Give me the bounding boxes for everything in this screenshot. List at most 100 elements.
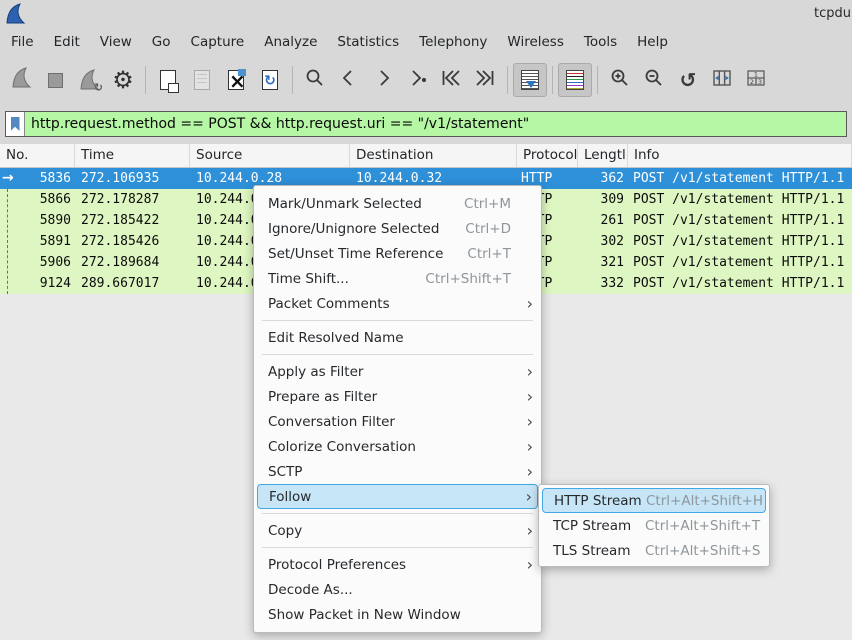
menu-item-prepare-as-filter[interactable]: Prepare as Filter › [254, 384, 541, 409]
filter-toolbar: http.request.method == POST && http.requ… [0, 104, 852, 144]
cell-length: 321 [578, 252, 628, 273]
column-header-info[interactable]: Info [628, 144, 852, 167]
toolbar-separator [145, 66, 146, 94]
menubar-item-statistics[interactable]: Statistics [327, 31, 409, 53]
column-header-protocol[interactable]: Protocol [517, 144, 578, 167]
next-packet-button[interactable] [366, 63, 400, 97]
start-capture-button[interactable] [4, 63, 38, 97]
menu-item-apply-as-filter[interactable]: Apply as Filter › [254, 359, 541, 384]
save-file-button[interactable] [185, 63, 219, 97]
bookmark-icon [11, 117, 20, 131]
reload-file-icon [262, 70, 278, 90]
titlebar: tcpdur [0, 0, 852, 28]
submenu-arrow-icon: › [515, 557, 533, 573]
zoom-in-button[interactable] [603, 63, 637, 97]
column-header-no[interactable]: No. [0, 144, 75, 167]
last-packet-button[interactable] [468, 63, 502, 97]
menubar-item-capture[interactable]: Capture [181, 31, 255, 53]
menubar-item-telephony[interactable]: Telephony [409, 31, 497, 53]
svg-text:3: 3 [758, 78, 762, 86]
menu-item-packet-comments[interactable]: Packet Comments › [254, 291, 541, 316]
svg-text:2: 2 [750, 78, 754, 86]
restart-capture-icon: ↻ [77, 68, 101, 92]
cell-no: 5891 [0, 231, 75, 252]
column-header-time[interactable]: Time [75, 144, 190, 167]
column-header-source[interactable]: Source [190, 144, 350, 167]
follow-submenu: HTTP Stream Ctrl+Alt+Shift+H TCP Stream … [538, 484, 770, 567]
submenu-arrow-icon: › [514, 489, 532, 505]
filter-bookmark-button[interactable] [6, 112, 25, 136]
column-header-length[interactable]: Lengtl [578, 144, 628, 167]
menubar-item-help[interactable]: Help [627, 31, 678, 53]
menu-item-edit-resolved-name[interactable]: Edit Resolved Name [254, 325, 541, 350]
capture-options-button[interactable]: ⚙ [106, 63, 140, 97]
open-file-icon [160, 70, 176, 90]
submenu-arrow-icon: › [515, 389, 533, 405]
submenu-arrow-icon: › [515, 439, 533, 455]
auto-scroll-button[interactable] [513, 63, 547, 97]
close-file-icon [228, 70, 244, 90]
menu-item-follow[interactable]: Follow › [257, 484, 538, 509]
submenu-arrow-icon: › [515, 364, 533, 380]
menubar-item-wireless[interactable]: Wireless [497, 31, 574, 53]
cell-no: 9124 [0, 273, 75, 294]
cell-length: 332 [578, 273, 628, 294]
toolbar-separator [552, 66, 553, 94]
menubar-item-file[interactable]: File [1, 31, 44, 53]
menu-item-colorize-conversation[interactable]: Colorize Conversation › [254, 434, 541, 459]
zoom-out-button[interactable] [637, 63, 671, 97]
toolbar-separator [507, 66, 508, 94]
menu-item-decode-as[interactable]: Decode As... [254, 577, 541, 602]
reload-file-button[interactable] [253, 63, 287, 97]
zoom-in-icon [608, 66, 632, 94]
find-packet-button[interactable] [298, 63, 332, 97]
menu-item-protocol-preferences[interactable]: Protocol Preferences › [254, 552, 541, 577]
menu-item-show-packet-in-new-window[interactable]: Show Packet in New Window [254, 602, 541, 627]
menu-item-http-stream[interactable]: HTTP Stream Ctrl+Alt+Shift+H [542, 488, 766, 513]
menubar-item-tools[interactable]: Tools [574, 31, 627, 53]
resize-columns-button[interactable] [705, 63, 739, 97]
open-file-button[interactable] [151, 63, 185, 97]
colorize-icon [566, 70, 584, 90]
display-filter-input[interactable]: http.request.method == POST && http.requ… [5, 111, 847, 137]
go-to-packet-button[interactable] [400, 63, 434, 97]
menu-item-time-shift[interactable]: Time Shift... Ctrl+Shift+T [254, 266, 541, 291]
close-file-button[interactable] [219, 63, 253, 97]
menu-item-set-unset-time-reference[interactable]: Set/Unset Time Reference Ctrl+T [254, 241, 541, 266]
cell-info: POST /v1/statement HTTP/1.1 [628, 189, 852, 210]
column-header-destination[interactable]: Destination [350, 144, 517, 167]
menu-item-tls-stream[interactable]: TLS Stream Ctrl+Alt+Shift+S [539, 538, 769, 563]
menubar-item-edit[interactable]: Edit [44, 31, 90, 53]
first-packet-button[interactable] [434, 63, 468, 97]
menu-item-tcp-stream[interactable]: TCP Stream Ctrl+Alt+Shift+T [539, 513, 769, 538]
menu-item-sctp[interactable]: SCTP › [254, 459, 541, 484]
menu-item-mark-unmark-selected[interactable]: Mark/Unmark Selected Ctrl+M [254, 191, 541, 216]
menu-item-conversation-filter[interactable]: Conversation Filter › [254, 409, 541, 434]
menu-separator [262, 513, 533, 514]
chevron-left-icon [337, 66, 361, 94]
stop-capture-button[interactable] [38, 63, 72, 97]
cell-no: 5866 [0, 189, 75, 210]
menu-item-ignore-unignore-selected[interactable]: Ignore/Unignore Selected Ctrl+D [254, 216, 541, 241]
cell-length: 261 [578, 210, 628, 231]
menubar-item-view[interactable]: View [90, 31, 142, 53]
wireshark-window: tcpdur File Edit View Go Capture Analyze… [0, 0, 852, 640]
menubar-item-go[interactable]: Go [142, 31, 181, 53]
menubar-item-analyze[interactable]: Analyze [254, 31, 327, 53]
colorize-packets-button[interactable] [558, 63, 592, 97]
double-chevron-right-icon [473, 66, 497, 94]
packet-list-header: No. Time Source Destination Protocol Len… [0, 144, 852, 168]
cell-time: 272.185426 [75, 231, 190, 252]
menu-separator [262, 547, 533, 548]
stop-capture-icon [48, 73, 63, 88]
menu-item-copy[interactable]: Copy › [254, 518, 541, 543]
zoom-reset-button[interactable]: ↺ [671, 63, 705, 97]
menu-separator [262, 320, 533, 321]
previous-packet-button[interactable] [332, 63, 366, 97]
layout-button[interactable]: 123 [739, 63, 773, 97]
display-filter-value[interactable]: http.request.method == POST && http.requ… [25, 112, 846, 136]
submenu-arrow-icon: › [515, 414, 533, 430]
go-to-packet-icon [405, 66, 429, 94]
auto-scroll-icon [521, 70, 539, 90]
restart-capture-button[interactable]: ↻ [72, 63, 106, 97]
